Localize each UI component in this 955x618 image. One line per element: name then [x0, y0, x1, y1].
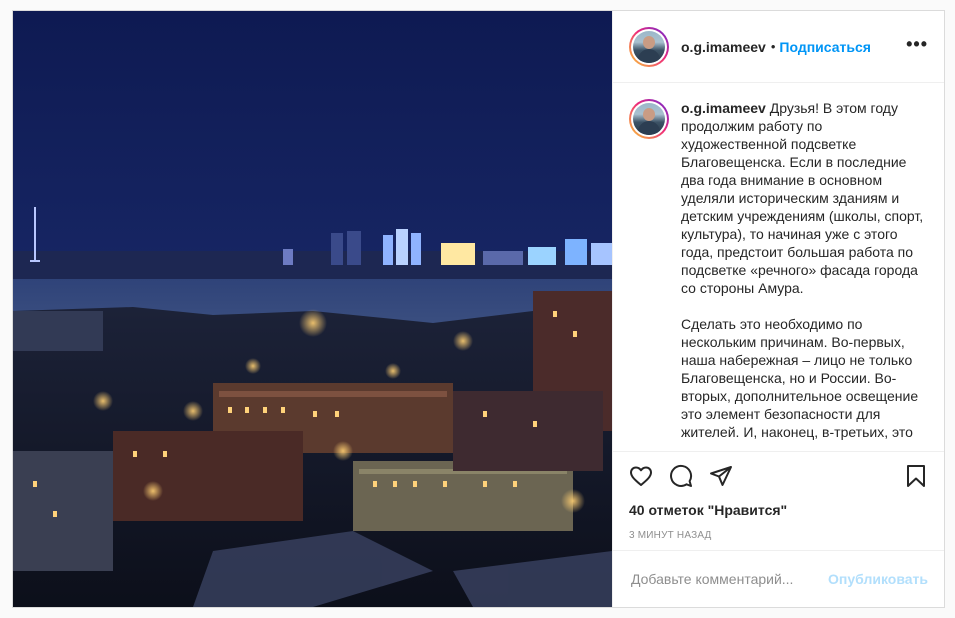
post-sidebar: o.g.imameev • Подписаться ••• o.g.imamee…	[612, 11, 944, 607]
action-bar	[613, 452, 944, 500]
post-photo[interactable]	[13, 11, 612, 607]
separator-dot: •	[770, 39, 776, 54]
bookmark-icon	[907, 465, 925, 487]
comment-bubble-icon	[670, 464, 693, 487]
author-avatar-ring[interactable]	[629, 26, 669, 67]
share-button[interactable]	[701, 456, 741, 496]
post-card: o.g.imameev • Подписаться ••• o.g.imamee…	[12, 10, 945, 608]
save-button[interactable]	[896, 456, 936, 496]
caption-area: o.g.imameev Друзья! В этом году продолжи…	[613, 83, 944, 452]
post-header: o.g.imameev • Подписаться •••	[613, 11, 944, 83]
caption-author-avatar	[633, 103, 665, 135]
likes-count[interactable]: 40 отметок "Нравится"	[613, 500, 944, 524]
paper-plane-icon	[710, 466, 732, 486]
caption-avatar-ring[interactable]	[629, 99, 669, 139]
comment-button[interactable]	[661, 456, 701, 496]
post-timestamp[interactable]: 3 МИНУТ НАЗАД	[613, 524, 944, 551]
night-city-photo	[13, 11, 612, 607]
comment-input[interactable]	[629, 570, 829, 588]
follow-button[interactable]: Подписаться	[779, 39, 871, 55]
comment-form: Опубликовать	[613, 551, 944, 607]
author-avatar	[633, 30, 665, 63]
caption-text: Друзья! В этом году продолжим работу по …	[681, 100, 924, 440]
caption-username[interactable]: o.g.imameev	[681, 100, 766, 116]
post-caption: o.g.imameev Друзья! В этом году продолжи…	[681, 99, 926, 441]
publish-button[interactable]: Опубликовать	[828, 571, 928, 587]
more-dots-icon[interactable]: •••	[906, 35, 928, 59]
like-button[interactable]	[621, 456, 661, 496]
author-username[interactable]: o.g.imameev	[681, 39, 766, 55]
heart-icon	[630, 466, 652, 486]
